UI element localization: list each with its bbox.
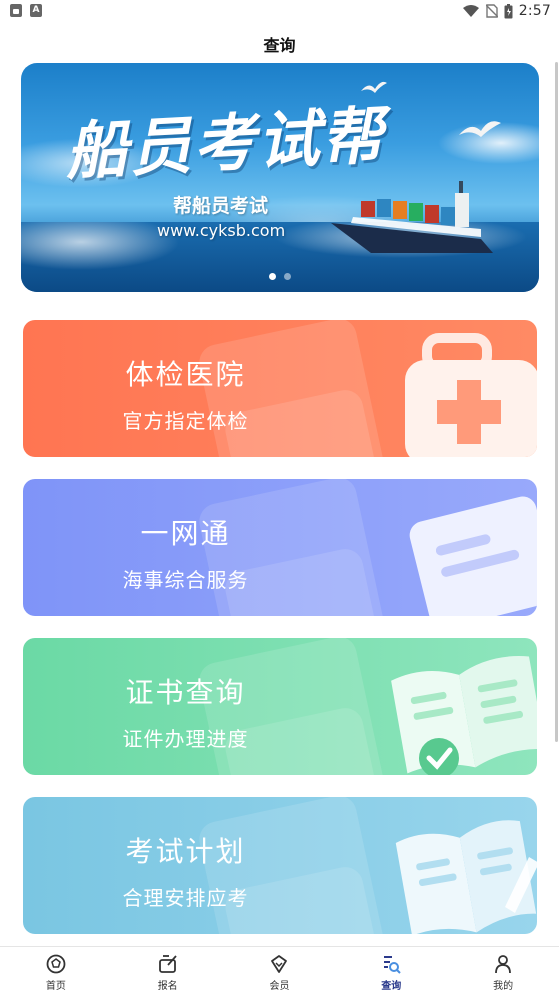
status-bar: A 2:57 (0, 0, 559, 24)
carousel-dots (21, 273, 539, 280)
nav-label: 首页 (45, 981, 66, 992)
card-subtitle: 官方指定体检 (122, 409, 249, 433)
bottom-nav: 首页 报名 会员 查询 我的 (0, 946, 559, 993)
card-title: 考试计划 (125, 835, 246, 868)
first-aid-kit-icon (405, 333, 537, 457)
card-physical-exam-hospital[interactable]: 体检医院 官方指定体检 (23, 320, 537, 457)
search-list-icon (384, 956, 401, 974)
nav-label: 会员 (269, 981, 290, 992)
page-title: 查询 (263, 36, 296, 55)
card-subtitle: 证件办理进度 (122, 727, 249, 751)
nav-item-profile[interactable]: 我的 (447, 947, 559, 993)
home-ball-icon (46, 954, 66, 974)
no-sim-icon (485, 4, 498, 18)
clock-time: 2:57 (518, 3, 551, 19)
card-title: 证书查询 (125, 676, 246, 709)
font-a-icon: A (30, 4, 42, 17)
nav-item-home[interactable]: 首页 (0, 947, 112, 993)
nav-label: 我的 (493, 981, 514, 992)
nav-item-signup[interactable]: 报名 (112, 947, 224, 993)
carousel-dot-active[interactable] (269, 273, 276, 280)
card-subtitle: 海事综合服务 (122, 568, 249, 592)
banner-url: www.cyksb.com (157, 221, 286, 240)
banner-carousel[interactable]: 船员考试帮 帮船员考试 www.cyksb.com (21, 63, 539, 292)
seagull-image (459, 121, 501, 137)
card-subtitle: 合理安排应考 (122, 886, 249, 910)
open-book-check-icon (391, 656, 537, 775)
signup-edit-icon (158, 955, 177, 973)
lock-icon (10, 4, 22, 17)
battery-charging-icon (504, 3, 513, 18)
carousel-dot[interactable] (284, 273, 291, 280)
book-pencil-icon (395, 820, 537, 934)
card-exam-plan[interactable]: 考试计划 合理安排应考 (23, 797, 537, 934)
profile-icon (495, 955, 511, 974)
cargo-ship-image (331, 181, 493, 253)
diamond-icon (271, 955, 288, 973)
document-icon (409, 496, 537, 616)
card-title: 体检医院 (125, 358, 246, 391)
card-title: 一网通 (140, 517, 231, 550)
nav-item-query[interactable]: 查询 (335, 947, 447, 993)
nav-label: 查询 (381, 981, 402, 992)
wifi-icon (462, 5, 479, 17)
nav-item-member[interactable]: 会员 (224, 947, 336, 993)
banner-subtitle: 帮船员考试 (173, 195, 269, 217)
scrollbar[interactable] (555, 62, 558, 742)
banner-title: 船员考试帮 (63, 98, 387, 189)
nav-label: 报名 (157, 981, 178, 992)
card-maritime-portal[interactable]: 一网通 海事综合服务 (23, 479, 537, 616)
card-certificate-query[interactable]: 证书查询 证件办理进度 (23, 638, 537, 775)
